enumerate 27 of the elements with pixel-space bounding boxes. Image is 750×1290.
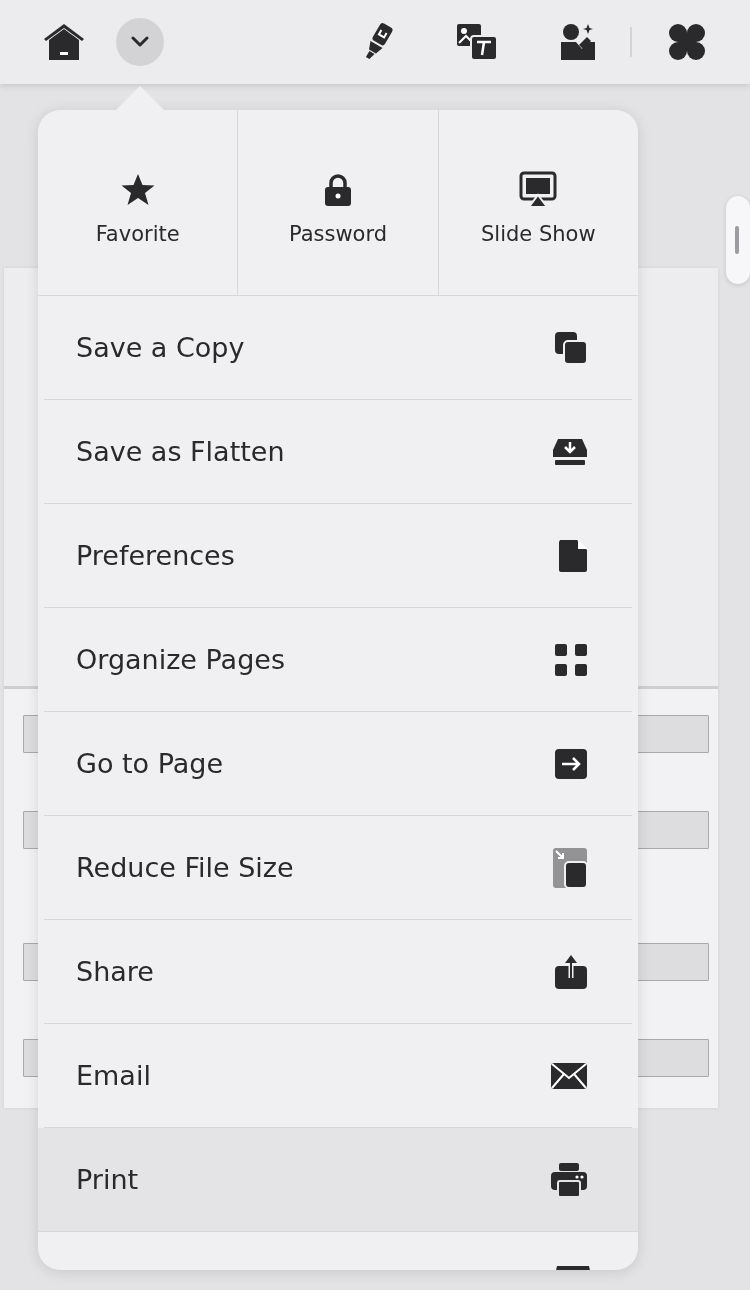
menu-item[interactable]: Go to Page [44, 712, 632, 816]
menu-item[interactable]: Reduce File Size [44, 816, 632, 920]
envelope-icon [550, 1061, 588, 1090]
dropdown-button[interactable] [116, 18, 164, 66]
menu-item[interactable]: Save a Copy [44, 296, 632, 400]
chevron-down-icon [130, 36, 150, 48]
printer-icon [550, 1161, 588, 1198]
quick-action-button[interactable]: Slide Show [437, 110, 638, 295]
app-grid-icon[interactable] [668, 23, 706, 61]
menu-item[interactable]: Share [44, 920, 632, 1024]
person-sparkle-icon[interactable] [560, 22, 596, 62]
menu-item[interactable]: Print [38, 1128, 638, 1232]
menu-item[interactable]: Save as Flatten [44, 400, 632, 504]
home-icon[interactable] [43, 22, 85, 62]
shrink-file-icon [552, 846, 588, 889]
menu-item[interactable]: Preferences [44, 504, 632, 608]
image-text-icon[interactable] [456, 23, 498, 61]
quick-action-button[interactable]: Password [237, 110, 438, 295]
document-icon [558, 538, 588, 573]
tray-download-icon [552, 437, 588, 466]
side-handle[interactable] [726, 196, 750, 284]
quick-action-button[interactable]: Favorite [38, 110, 238, 295]
arrow-box-icon [554, 747, 588, 780]
grid-icon [554, 642, 588, 677]
share-icon [554, 953, 588, 990]
menu-item[interactable]: Organize Pages [44, 608, 632, 712]
copy-icon [554, 330, 588, 365]
